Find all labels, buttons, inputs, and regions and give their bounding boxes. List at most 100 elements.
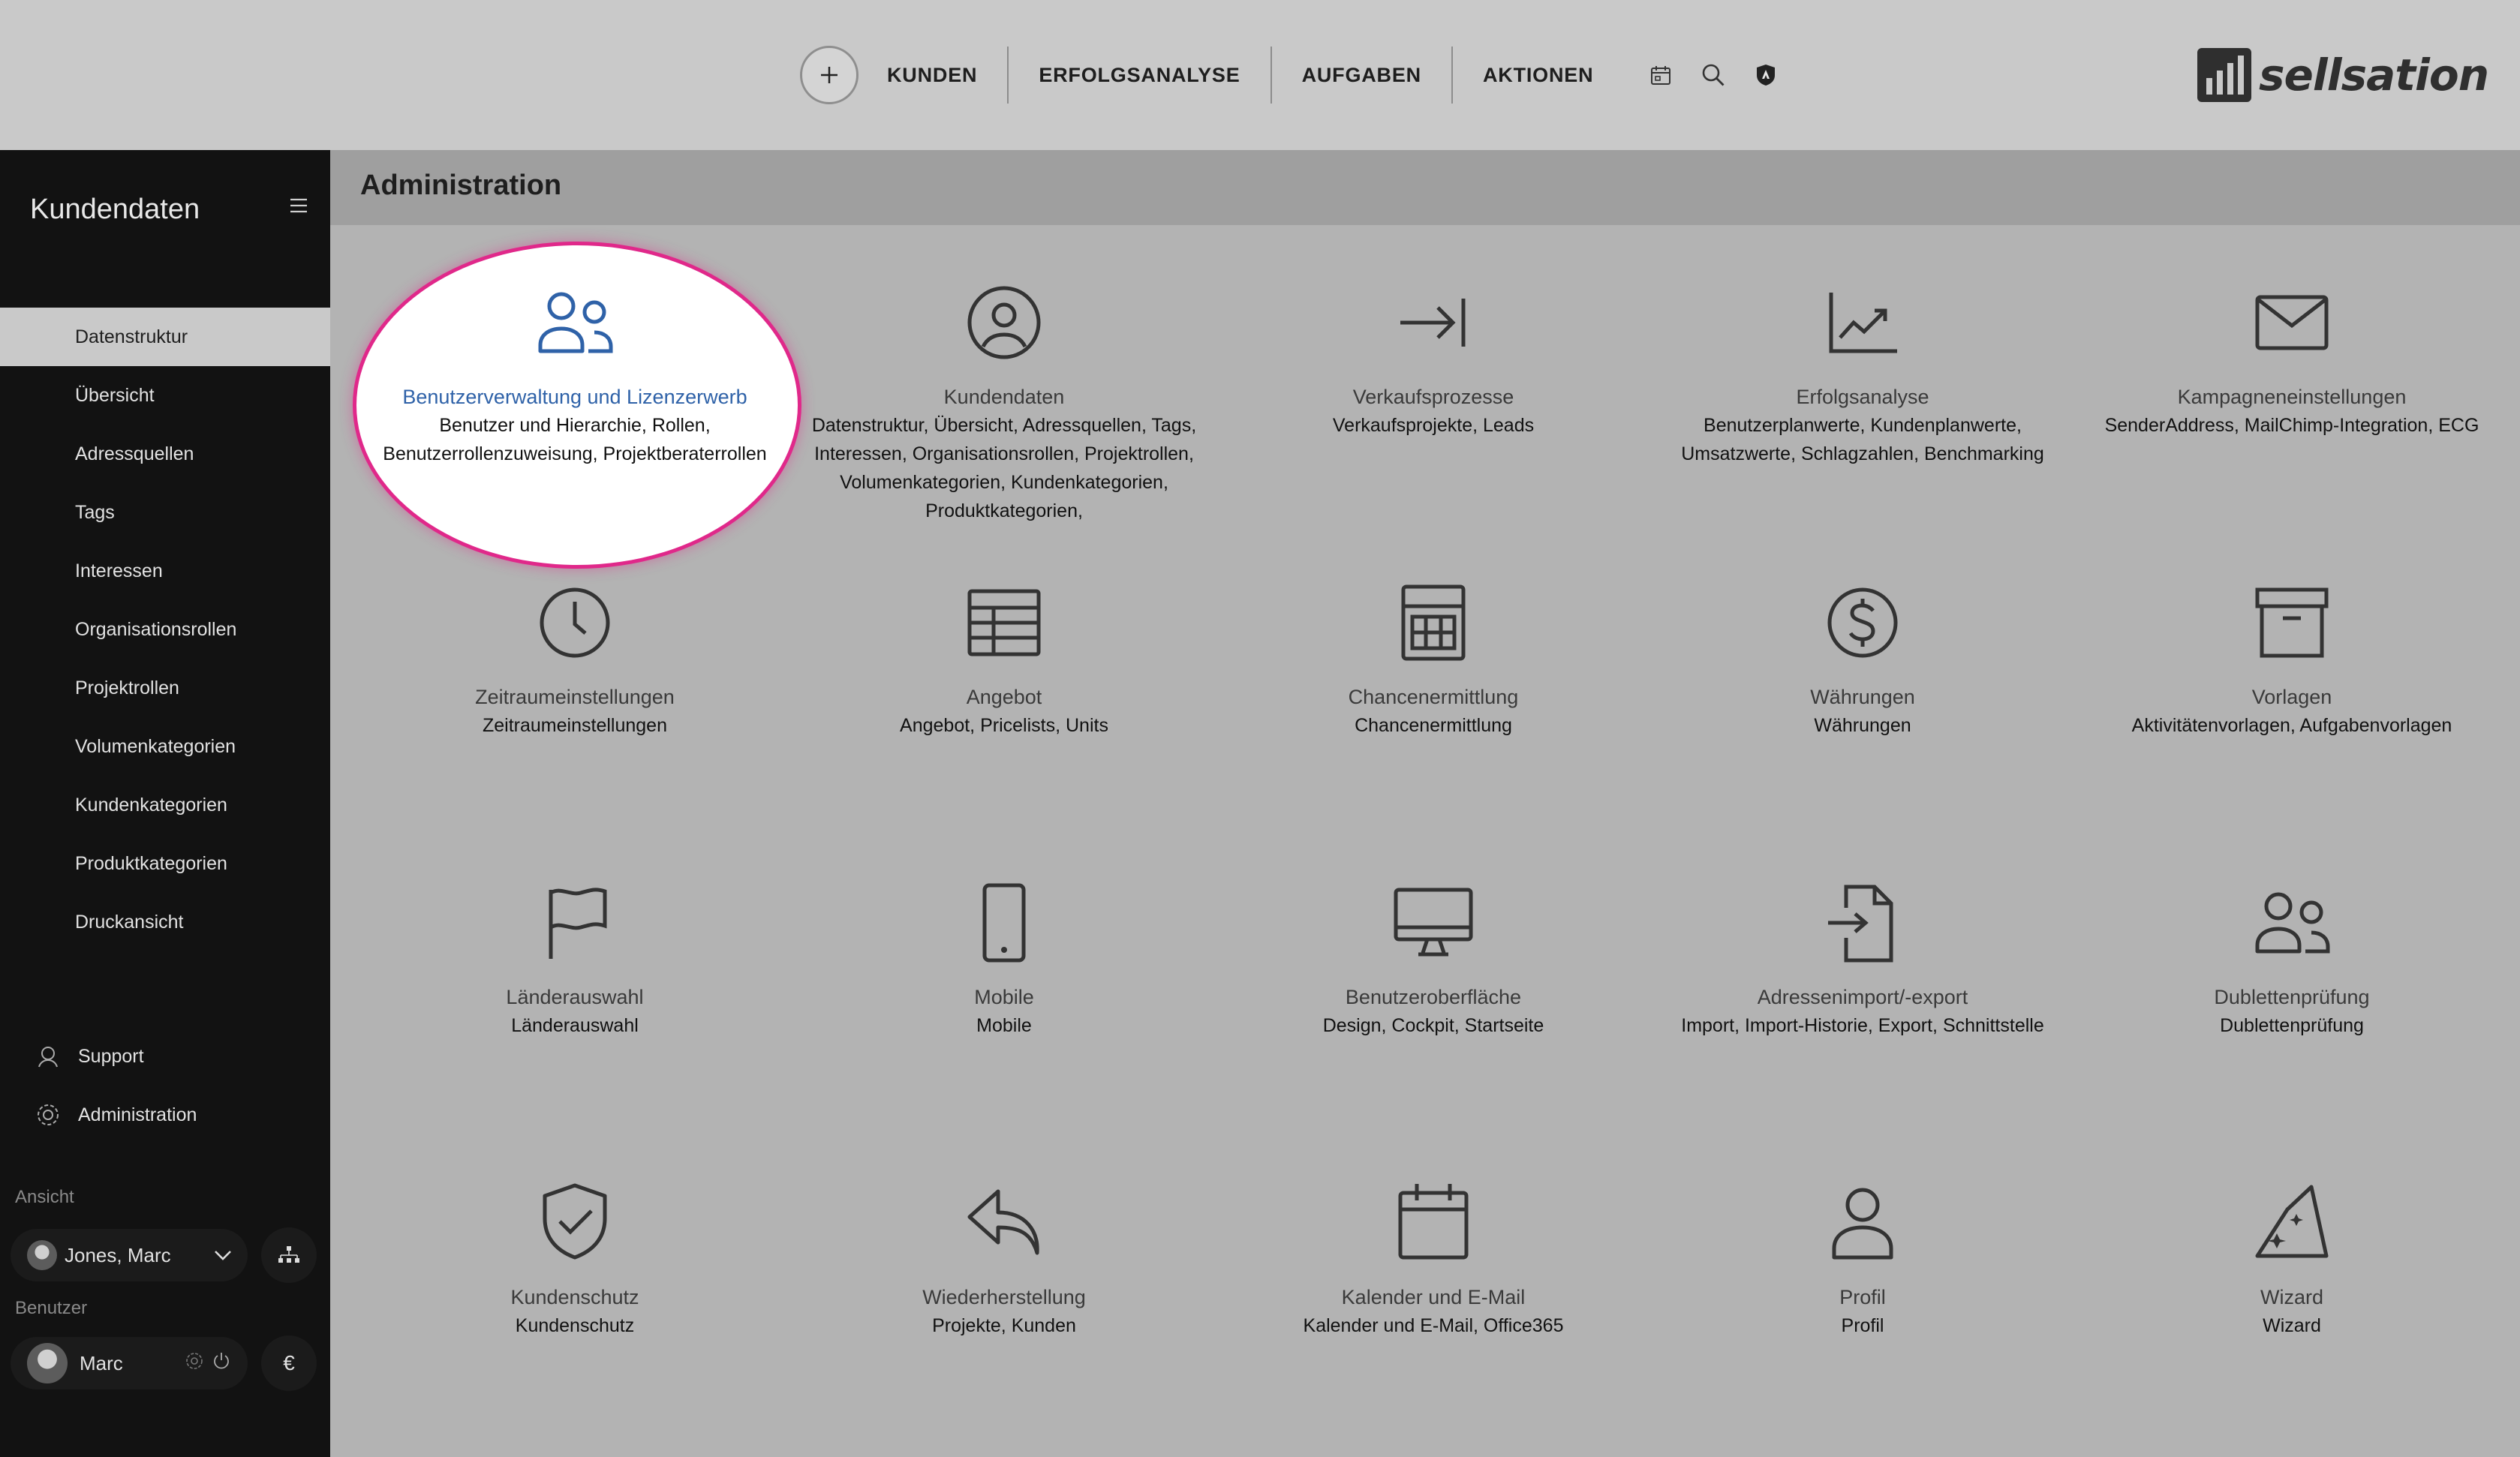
tile-description: Mobile bbox=[976, 1015, 1032, 1036]
nav-kunden[interactable]: KUNDEN bbox=[887, 47, 1007, 104]
nav-aufgaben[interactable]: AUFGABEN bbox=[1272, 47, 1451, 104]
tile-zeitraumeinstellungen[interactable]: Zeitraumeinstellungen Zeitraumeinstellun… bbox=[360, 578, 789, 740]
tile-title: Adressenimport/-export bbox=[1757, 986, 1968, 1008]
logo-text: sellsation bbox=[2259, 50, 2489, 101]
tile-title: Profil bbox=[1839, 1286, 1886, 1308]
nav-aktionen[interactable]: AKTIONEN bbox=[1453, 47, 1623, 104]
sidebar-item-produktkategorien[interactable]: Produktkategorien bbox=[0, 834, 330, 893]
tile-vorlagen[interactable]: Vorlagen Aktivitätenvorlagen, Aufgabenvo… bbox=[2077, 578, 2506, 740]
nav-erfolgsanalyse[interactable]: ERFOLGSANALYSE bbox=[1009, 47, 1270, 104]
tile-waehrungen[interactable]: Währungen Währungen bbox=[1648, 578, 2077, 740]
sidebar-item-projektrollen[interactable]: Projektrollen bbox=[0, 659, 330, 717]
tile-kalender-email[interactable]: Kalender und E-Mail Kalender und E-Mail,… bbox=[1219, 1178, 1648, 1340]
file-import-icon bbox=[1828, 885, 1893, 963]
tile-profil[interactable]: Profil Profil bbox=[1648, 1178, 2077, 1340]
tile-kundenschutz[interactable]: Kundenschutz Kundenschutz bbox=[360, 1178, 789, 1340]
current-user[interactable]: Marc bbox=[11, 1337, 248, 1389]
view-section-label: Ansicht bbox=[15, 1187, 74, 1207]
tile-title: Dublettenprüfung bbox=[2214, 986, 2370, 1008]
tile-title: Währungen bbox=[1810, 686, 1915, 708]
administration-label: Administration bbox=[78, 1104, 197, 1125]
sidebar-item-organisationsrollen[interactable]: Organisationsrollen bbox=[0, 600, 330, 659]
calendar-icon bbox=[1398, 1184, 1469, 1260]
tile-description: Wizard bbox=[2263, 1315, 2321, 1336]
tile-kundendaten[interactable]: Kundendaten Datenstruktur, Übersicht, Ad… bbox=[789, 278, 1219, 525]
tile-adressenimport[interactable]: Adressenimport/-export Import, Import-Hi… bbox=[1648, 878, 2077, 1040]
users-duplicate-icon bbox=[2255, 892, 2330, 954]
sidebar-title: Kundendaten bbox=[30, 194, 200, 225]
support-label: Support bbox=[78, 1045, 144, 1067]
sidebar-item-kundenkategorien[interactable]: Kundenkategorien bbox=[0, 776, 330, 834]
calendar-icon[interactable] bbox=[1646, 60, 1676, 90]
dollar-icon bbox=[1827, 587, 1898, 658]
settings-icon[interactable] bbox=[185, 1351, 204, 1376]
shield-check-icon bbox=[543, 1183, 607, 1260]
current-user-name: Marc bbox=[80, 1351, 123, 1374]
sidebar-item-interessen[interactable]: Interessen bbox=[0, 542, 330, 600]
tile-description: Dublettenprüfung bbox=[2220, 1015, 2364, 1036]
sidebar-item-tags[interactable]: Tags bbox=[0, 483, 330, 542]
tile-title: Angebot bbox=[966, 686, 1042, 708]
content-header bbox=[330, 150, 2520, 225]
tile-wiederherstellung[interactable]: Wiederherstellung Projekte, Kunden bbox=[789, 1178, 1219, 1340]
tile-kampagneneinstellungen[interactable]: Kampagneneinstellungen SenderAddress, Ma… bbox=[2077, 278, 2506, 440]
tile-description: Länderauswahl bbox=[511, 1015, 639, 1036]
avatar bbox=[27, 1343, 68, 1383]
tile-title: Wizard bbox=[2260, 1286, 2323, 1308]
shield-icon[interactable] bbox=[1751, 60, 1781, 90]
table-icon bbox=[967, 589, 1041, 656]
sidebar-support[interactable]: Support bbox=[33, 1041, 144, 1071]
tile-description: Angebot, Pricelists, Units bbox=[900, 715, 1108, 736]
tile-benutzerverwaltung[interactable]: Benutzerverwaltung und Lizenzerwerb Benu… bbox=[360, 278, 789, 468]
brand-logo: sellsation bbox=[2197, 45, 2501, 105]
hierarchy-button[interactable] bbox=[261, 1227, 317, 1283]
users-icon bbox=[538, 292, 613, 353]
tile-title: Zeitraumeinstellungen bbox=[475, 686, 675, 708]
currency-symbol: € bbox=[283, 1351, 295, 1374]
power-icon[interactable] bbox=[212, 1351, 231, 1376]
tile-wizard[interactable]: Wizard Wizard bbox=[2077, 1178, 2506, 1340]
tile-verkaufsprozesse[interactable]: Verkaufsprozesse Verkaufsprojekte, Leads bbox=[1219, 278, 1648, 440]
sidebar-menu: Datenstruktur Übersicht Adressquellen Ta… bbox=[0, 308, 330, 951]
tile-title: Verkaufsprozesse bbox=[1352, 386, 1514, 408]
tile-description: Verkaufsprojekte, Leads bbox=[1332, 415, 1535, 436]
tile-title: Benutzeroberfläche bbox=[1345, 986, 1522, 1008]
tile-title: Wiederherstellung bbox=[922, 1286, 1086, 1308]
sidebar-administration[interactable]: Administration bbox=[33, 1100, 197, 1130]
calculator-icon bbox=[1401, 584, 1466, 661]
chevron-down-icon bbox=[213, 1244, 233, 1267]
sidebar-item-druckansicht[interactable]: Druckansicht bbox=[0, 893, 330, 951]
tile-chancenermittlung[interactable]: Chancenermittlung Chancenermittlung bbox=[1219, 578, 1648, 740]
logo-mark bbox=[2197, 48, 2251, 102]
tile-laenderauswahl[interactable]: Länderauswahl Länderauswahl bbox=[360, 878, 789, 1040]
tile-angebot[interactable]: Angebot Angebot, Pricelists, Units bbox=[789, 578, 1219, 740]
tile-description: Aktivitätenvorlagen, Aufgabenvorlagen bbox=[2131, 715, 2452, 736]
hamburger-menu-icon[interactable] bbox=[288, 195, 309, 216]
tile-title: Benutzerverwaltung und Lizenzerwerb bbox=[402, 386, 747, 408]
view-user-select[interactable]: Jones, Marc bbox=[11, 1229, 248, 1281]
tile-dublettenpruefung[interactable]: Dublettenprüfung Dublettenprüfung bbox=[2077, 878, 2506, 1040]
avatar bbox=[27, 1240, 57, 1270]
tile-erfolgsanalyse[interactable]: Erfolgsanalyse Benutzerplanwerte, Kunden… bbox=[1648, 278, 2077, 468]
add-button[interactable] bbox=[800, 46, 859, 104]
tile-description: Zeitraumeinstellungen bbox=[483, 715, 667, 736]
tile-description: SenderAddress, MailChimp-Integration, EC… bbox=[2104, 415, 2479, 436]
sidebar-item-volumenkategorien[interactable]: Volumenkategorien bbox=[0, 717, 330, 776]
sidebar-item-datenstruktur[interactable]: Datenstruktur bbox=[0, 308, 330, 366]
tile-benutzeroberflaeche[interactable]: Benutzeroberfläche Design, Cockpit, Star… bbox=[1219, 878, 1648, 1040]
currency-button[interactable]: € bbox=[261, 1335, 317, 1391]
user-circle-icon bbox=[967, 286, 1041, 359]
tile-mobile[interactable]: Mobile Mobile bbox=[789, 878, 1219, 1040]
search-icon[interactable] bbox=[1698, 60, 1728, 90]
tile-title: Kampagneneinstellungen bbox=[2177, 386, 2407, 408]
sidebar-item-uebersicht[interactable]: Übersicht bbox=[0, 366, 330, 425]
top-bar: KUNDEN ERFOLGSANALYSE AUFGABEN AKTIONEN … bbox=[0, 0, 2520, 150]
sidebar-item-adressquellen[interactable]: Adressquellen bbox=[0, 425, 330, 483]
tile-title: Kundendaten bbox=[943, 386, 1065, 408]
top-navigation: KUNDEN ERFOLGSANALYSE AUFGABEN AKTIONEN bbox=[800, 46, 1781, 104]
wizard-hat-icon bbox=[2255, 1185, 2329, 1258]
tile-description: Chancenermittlung bbox=[1355, 715, 1512, 736]
gear-icon bbox=[33, 1100, 63, 1130]
tile-title: Kalender und E-Mail bbox=[1341, 1286, 1526, 1308]
arrow-to-line-icon bbox=[1400, 299, 1466, 347]
